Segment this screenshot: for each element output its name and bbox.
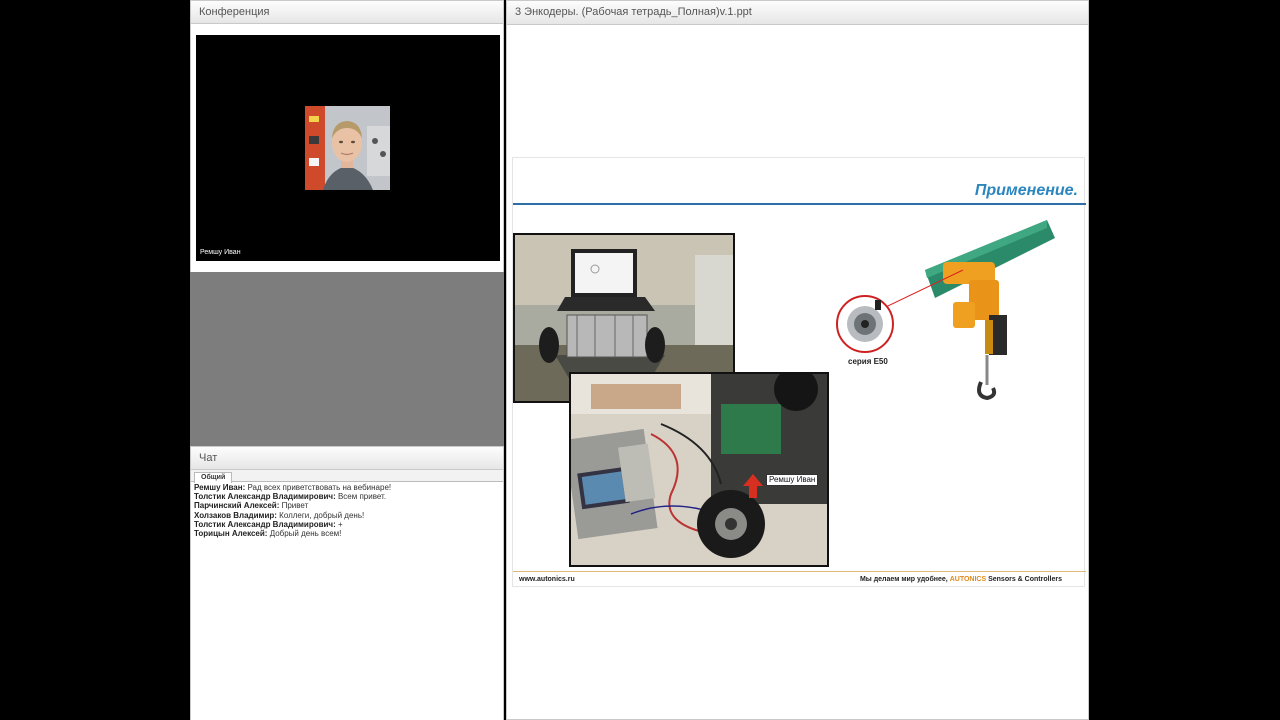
chat-author: Торицын Алексей: xyxy=(194,529,268,539)
chat-text: + xyxy=(335,519,343,529)
slogan-suffix: Sensors & Controllers xyxy=(986,576,1062,583)
chat-text: Всем привет. xyxy=(335,492,387,502)
chat-text: Привет xyxy=(279,501,309,511)
slide-heading: Применение. xyxy=(974,182,1078,199)
chat-author: Ремшу Иван: xyxy=(194,483,246,492)
slide-header-rule xyxy=(513,203,1086,205)
chat-author: Толстик Александр Владимирович: xyxy=(194,519,336,529)
left-column: Конференция Ремшу Иван Чат Общий Ремшу И… xyxy=(190,0,504,720)
brand-name: AUTONICS xyxy=(949,576,987,583)
chat-tab-general[interactable]: Общий xyxy=(194,472,233,483)
slogan-text: Мы делаем мир удобнее, xyxy=(859,576,950,583)
webcam-video xyxy=(305,106,390,190)
chat-message: Толстик Александр Владимирович: + xyxy=(194,520,500,529)
chat-tabbar: Общий xyxy=(191,470,503,483)
slide: Применение. Ремшу Иван серия E50 www.aut… xyxy=(512,157,1086,587)
chat-text: Рад всех приветствовать на вебинаре! xyxy=(245,483,392,492)
chat-message: Торицын Алексей: Добрый день всем! xyxy=(194,529,500,538)
chat-pod-header[interactable]: Чат xyxy=(190,446,504,470)
photo-name-label: Ремшу Иван xyxy=(766,474,819,486)
slide-footer-slogan: Мы делаем мир удобнее, AUTONICS Sensors … xyxy=(860,576,1062,583)
wiring-oscilloscope-photo: Ремшу Иван xyxy=(569,372,829,567)
conference-pod: Ремшу Иван xyxy=(190,24,504,272)
conference-pod-header[interactable]: Конференция xyxy=(190,0,504,24)
crane-encoder-illustration xyxy=(835,220,1057,400)
video-participant-name: Ремшу Иван xyxy=(200,249,241,256)
chat-author: Холзаков Владимир: xyxy=(194,510,277,520)
chat-pod: Общий Ремшу Иван: Рад всех приветствоват… xyxy=(190,470,504,720)
video-area[interactable]: Ремшу Иван xyxy=(196,35,500,261)
chat-text: Коллеги, добрый день! xyxy=(276,510,365,520)
chat-author: Толстик Александр Владимирович: xyxy=(194,492,336,502)
chat-message: Парчинский Алексей: Привет xyxy=(194,501,500,510)
chat-message: Холзаков Владимир: Коллеги, добрый день! xyxy=(194,511,500,520)
slide-footer-url: www.autonics.ru xyxy=(519,576,575,583)
presentation-title: 3 Энкодеры. (Рабочая тетрадь_Полная)v.1.… xyxy=(515,6,752,18)
encoder-series-label: серия E50 xyxy=(848,357,888,366)
chat-pod-title: Чат xyxy=(199,452,218,464)
chat-message-list[interactable]: Ремшу Иван: Рад всех приветствовать на в… xyxy=(191,482,503,539)
conference-pod-title: Конференция xyxy=(199,6,270,18)
app-root: Конференция Ремшу Иван Чат Общий Ремшу И… xyxy=(0,0,1280,720)
chat-message: Толстик Александр Владимирович: Всем при… xyxy=(194,492,500,501)
chat-text: Добрый день всем! xyxy=(267,529,342,539)
slide-footer-rule xyxy=(513,571,1086,572)
presentation-pod-header[interactable]: 3 Энкодеры. (Рабочая тетрадь_Полная)v.1.… xyxy=(507,1,1088,25)
chat-author: Парчинский Алексей: xyxy=(194,501,280,511)
presentation-pod: 3 Энкодеры. (Рабочая тетрадь_Полная)v.1.… xyxy=(506,0,1089,720)
chat-message: Ремшу Иван: Рад всех приветствовать на в… xyxy=(194,483,500,492)
